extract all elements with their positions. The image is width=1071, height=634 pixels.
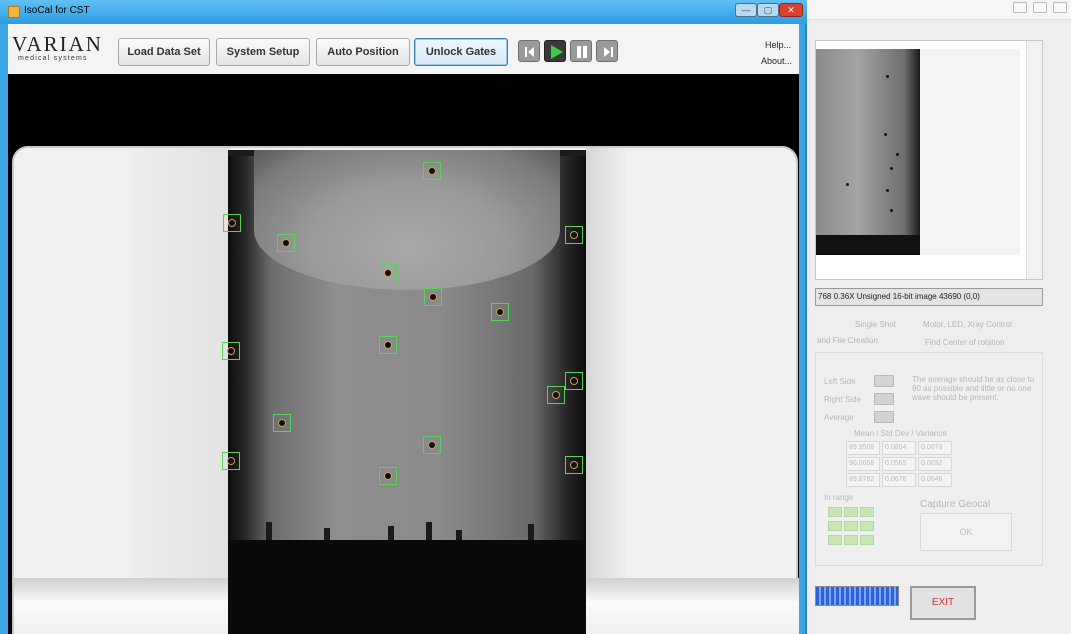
load-data-set-button[interactable]: Load Data Set [118,38,210,66]
auto-position-button[interactable]: Auto Position [316,38,410,66]
stat-cell: 90.0058 [846,457,880,471]
fiducial-marker [423,162,441,180]
stat-cell: 0.0854 [882,441,916,455]
in-range-label: In range [824,493,854,502]
fiducial-marker [565,372,583,390]
tab-file-creation[interactable]: and File Creation [817,336,878,345]
varian-logo: VARIAN medical systems [12,34,114,68]
capture-ok-button[interactable]: OK [920,513,1012,551]
average-note: The average should be as close to 90 as … [912,375,1035,402]
background-close-icon[interactable] [1053,2,1067,13]
fiducial-marker [565,226,583,244]
average-swatch [874,411,894,423]
left-side-swatch [874,375,894,387]
base-peg [266,522,272,540]
tab-single-shot[interactable]: Single Shot [855,320,896,329]
stat-cell: 0.0073 [918,441,952,455]
stats-header: Mean / Std Dev / Variance [854,429,947,438]
minimize-button[interactable]: — [735,3,757,17]
in-range-led [844,521,858,531]
system-setup-button[interactable]: System Setup [216,38,310,66]
fiducial-marker [222,452,240,470]
screen: 768 0.36X Unsigned 16-bit image 43690 (0… [0,0,1071,634]
base-peg [324,528,330,540]
background-titlebar [807,0,1071,20]
pause-icon[interactable] [570,40,592,62]
maximize-button[interactable]: ▢ [757,3,779,17]
base-peg [456,530,462,540]
cylinder-top [254,150,560,290]
logo-subtitle: medical systems [18,55,88,62]
tab-motor-led-xray[interactable]: Motor, LED, Xray Control [923,320,1012,329]
background-tabs: Single Shot Motor, LED, Xray Control and… [815,316,1043,352]
average-label: Average [824,413,854,422]
stat-cell: 89.9508 [846,441,880,455]
title-bar[interactable]: IsoCal for CST — ▢ ✕ [0,0,807,24]
fiducial-marker [273,414,291,432]
close-button[interactable]: ✕ [779,3,803,17]
in-range-led [860,535,874,545]
step-back-icon[interactable] [518,40,540,62]
step-forward-icon[interactable] [596,40,618,62]
stat-cell: 0.0565 [882,457,916,471]
phantom-cylinder [228,150,586,634]
in-range-led [828,535,842,545]
toolbar: VARIAN medical systems Load Data Set Sys… [8,24,799,74]
window-title: IsoCal for CST [24,5,90,16]
fiducial-marker [547,386,565,404]
cylinder-base [228,540,586,634]
left-side-label: Left Side [824,377,856,386]
background-xray-image [816,49,1020,255]
in-range-led [828,507,842,517]
base-peg [528,524,534,540]
in-range-led [860,507,874,517]
stat-cell: 0.0032 [918,457,952,471]
fiducial-marker [423,436,441,454]
isocal-window: IsoCal for CST — ▢ ✕ VARIAN medical syst… [0,0,807,634]
background-maximize-icon[interactable] [1033,2,1047,13]
progress-bar [815,586,899,606]
base-peg [426,522,432,540]
frame-shade-right [586,148,626,580]
fiducial-marker [379,264,397,282]
fiducial-marker [565,456,583,474]
capture-geocal-label: Capture Geocal [920,499,991,510]
fiducial-marker [277,234,295,252]
xray-image-viewer[interactable] [8,74,799,634]
tab-find-center[interactable]: Find Center of rotation [925,338,1005,347]
background-scrollbar[interactable] [1026,41,1042,279]
background-minimize-icon[interactable] [1013,2,1027,13]
unlock-gates-button[interactable]: Unlock Gates [414,38,508,66]
help-link[interactable]: Help... [765,40,791,50]
fiducial-marker [379,336,397,354]
background-status-bar: 768 0.36X Unsigned 16-bit image 43690 (0… [815,288,1043,306]
background-window: 768 0.36X Unsigned 16-bit image 43690 (0… [807,0,1071,634]
in-range-led [860,521,874,531]
right-side-label: Right Side [824,395,861,404]
right-side-swatch [874,393,894,405]
app-icon [8,6,20,18]
fiducial-marker [223,214,241,232]
background-image-panel [815,40,1043,280]
fiducial-marker [379,467,397,485]
fiducial-marker [491,303,509,321]
stat-cell: 0.0676 [882,473,916,487]
background-geocal-panel: Left Side Right Side Average The average… [815,352,1043,566]
exit-button[interactable]: EXIT [910,586,976,620]
about-link[interactable]: About... [761,56,792,66]
in-range-led [828,521,842,531]
base-peg [388,526,394,540]
play-icon[interactable] [544,40,566,62]
stat-cell: 0.0046 [918,473,952,487]
frame-shade-left [132,148,230,580]
fiducial-marker [222,342,240,360]
fiducial-marker [424,288,442,306]
in-range-led [844,535,858,545]
stat-cell: 89.8782 [846,473,880,487]
in-range-led [844,507,858,517]
logo-wordmark: VARIAN [12,32,103,56]
